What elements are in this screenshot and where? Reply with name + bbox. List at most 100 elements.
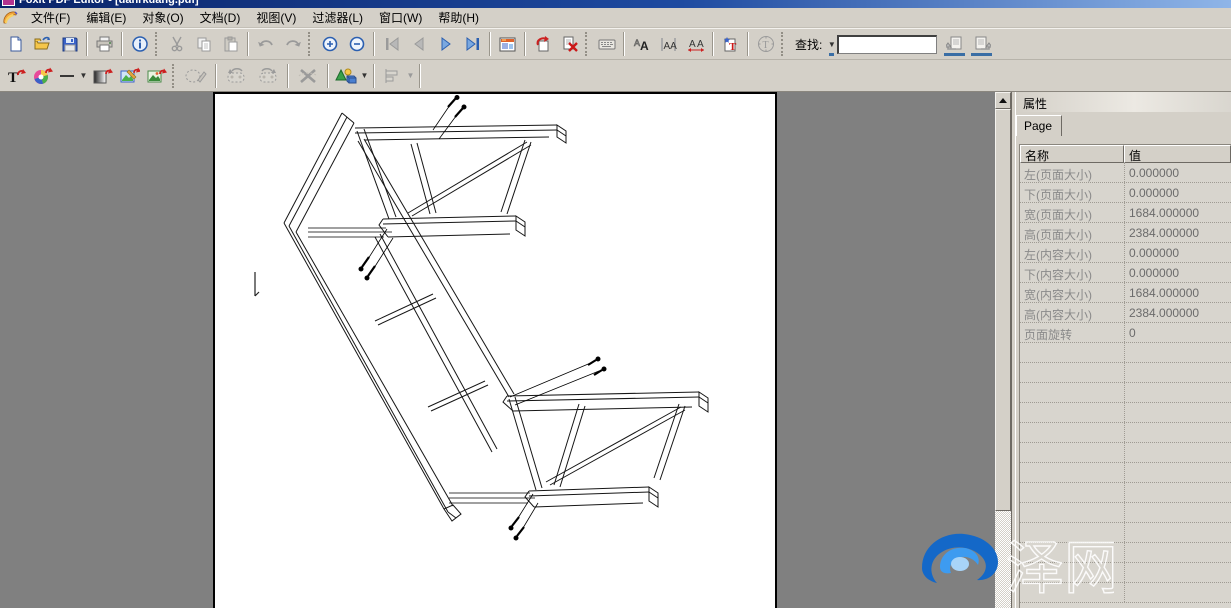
find-next-button[interactable] [968,31,995,57]
edit-line-button[interactable] [56,63,78,89]
save-button[interactable] [56,31,83,57]
embed-font-button[interactable]: A A [628,31,655,57]
find-previous-underline [944,53,965,56]
property-row: 页面旋转 0 [1020,323,1231,343]
menu-help[interactable]: 帮助(H) [430,7,487,28]
next-page-button[interactable] [432,31,459,57]
svg-text:A: A [640,39,649,52]
svg-text:A: A [697,39,704,50]
property-row: 左(内容大小) 0.000000 [1020,243,1231,263]
menu-filter[interactable]: 过滤器(L) [304,7,371,28]
scrollbar-thumb[interactable] [995,109,1011,511]
cut-button[interactable] [163,31,190,57]
edit-text-button[interactable]: T [2,63,29,89]
empty-row [1020,463,1231,483]
select-object-button[interactable] [180,63,212,89]
empty-row [1020,503,1231,523]
edit-text-icon: T [6,67,26,85]
delete-object-button[interactable] [292,63,324,89]
page-layout-button[interactable] [494,31,521,57]
narrow-font-spacing-button[interactable]: AA [655,31,682,57]
align-dropdown[interactable]: ▼ [405,63,416,89]
pdf-page[interactable] [213,92,777,608]
save-icon [62,36,78,52]
rotate-object-right-button[interactable] [252,63,284,89]
toolbar-drag-handle[interactable] [172,64,176,88]
paste-button[interactable] [217,31,244,57]
document-info-button[interactable] [126,31,153,57]
select-object-icon [184,67,208,85]
property-name: 高(内容大小) [1020,303,1124,322]
menu-object[interactable]: 对象(O) [134,7,191,28]
edit-image-button[interactable] [116,63,143,89]
edit-image-icon [120,67,140,85]
pdf-page-drawing [215,94,775,608]
toolbar-drag-handle[interactable] [155,32,159,56]
vertical-scrollbar[interactable] [995,92,1011,608]
property-row: 高(内容大小) 2384.000000 [1020,303,1231,323]
toolbar-separator [747,32,749,56]
new-document-button[interactable] [2,31,29,57]
last-page-button[interactable] [459,31,486,57]
open-file-button[interactable] [29,31,56,57]
align-objects-button[interactable] [378,63,405,89]
rotate-pages-button[interactable] [529,31,556,57]
insert-shapes-button[interactable] [332,63,359,89]
find-previous-button[interactable] [941,31,968,57]
print-button[interactable] [91,31,118,57]
empty-row [1020,443,1231,463]
property-name: 下(内容大小) [1020,263,1124,282]
edit-shading-button[interactable] [89,63,116,89]
toolbar-drag-handle[interactable] [585,32,589,56]
virtual-keyboard-button[interactable] [593,31,620,57]
open-file-icon [34,36,51,52]
add-text-button[interactable]: T [717,31,744,57]
menu-document[interactable]: 文档(D) [192,7,249,28]
svg-text:T: T [762,40,768,51]
zoom-out-button[interactable] [343,31,370,57]
menu-window[interactable]: 窗口(W) [371,7,430,28]
last-page-icon [465,37,481,51]
find-input[interactable] [837,35,937,54]
property-row: 下(内容大小) 0.000000 [1020,263,1231,283]
rotate-object-right-icon [256,67,280,85]
document-window-icon[interactable] [2,10,19,26]
grid-header: 名称 值 [1020,145,1231,163]
delete-pages-button[interactable] [556,31,583,57]
cut-icon [169,36,185,52]
column-header-name: 名称 [1020,145,1124,163]
toolbar-separator [712,32,714,56]
menu-edit[interactable]: 编辑(E) [78,7,134,28]
menu-view[interactable]: 视图(V) [248,7,304,28]
tab-page[interactable]: Page [1016,115,1062,136]
first-page-button[interactable] [378,31,405,57]
edit-color-icon [33,67,53,85]
toolbar-drag-handle[interactable] [308,32,312,56]
replace-image-button[interactable] [143,63,170,89]
paste-icon [223,36,239,52]
menu-file[interactable]: 文件(F) [23,7,78,28]
toolbar-separator [623,32,625,56]
previous-page-button[interactable] [405,31,432,57]
zoom-in-button[interactable] [316,31,343,57]
property-row: 宽(内容大小) 1684.000000 [1020,283,1231,303]
find-history-dropdown[interactable]: ▼ [826,31,837,57]
toolbar-separator [327,64,329,88]
rotate-object-left-button[interactable] [220,63,252,89]
rotate-pages-icon [535,36,551,52]
widen-font-spacing-button[interactable]: A A [682,31,709,57]
line-style-dropdown[interactable]: ▼ [78,63,89,89]
main-toolbar: A A AA A A T T 查找: ▼ [0,28,1231,60]
redo-button[interactable] [279,31,306,57]
scroll-up-button[interactable] [995,92,1011,109]
property-value: 0.000000 [1124,243,1231,262]
edit-line-icon [59,68,75,84]
toolbar-drag-handle[interactable] [781,32,785,56]
edit-color-button[interactable] [29,63,56,89]
undo-button[interactable] [252,31,279,57]
watermark-logo-swirl-icon [922,534,998,583]
copy-icon [196,36,212,52]
copy-button[interactable] [190,31,217,57]
shapes-dropdown[interactable]: ▼ [359,63,370,89]
text-mode-button[interactable]: T [752,31,779,57]
